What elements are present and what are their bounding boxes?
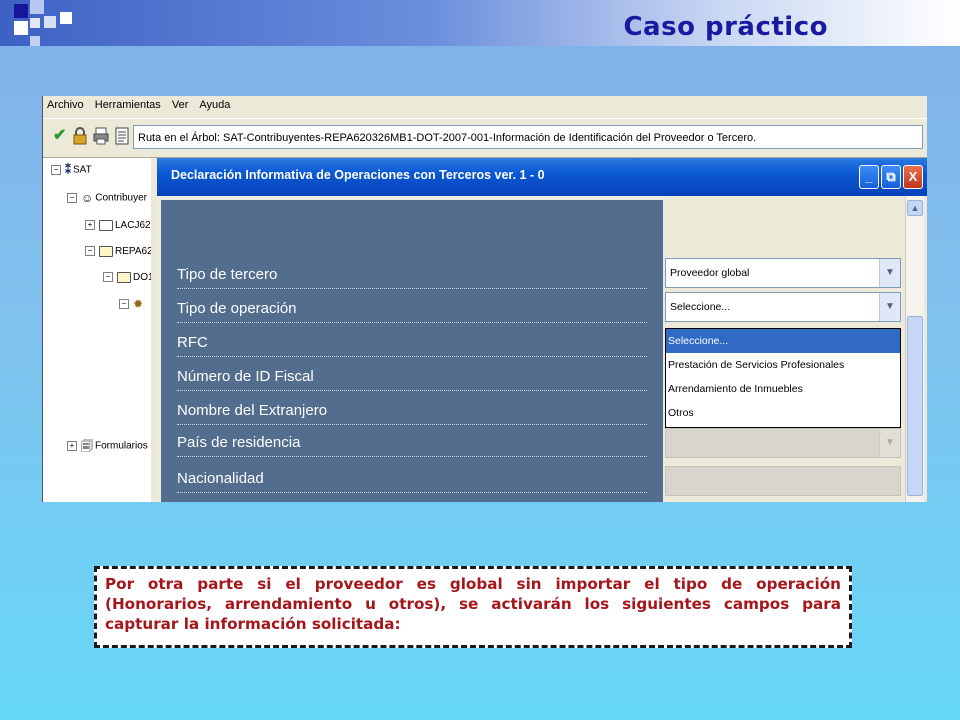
dialog-title: Declaración Informativa de Operaciones c… <box>171 168 545 182</box>
select-value: Proveedor global <box>670 267 750 279</box>
chevron-down-icon[interactable]: ▼ <box>879 429 900 457</box>
decorative-square <box>14 4 28 18</box>
open-folder-icon <box>117 271 131 283</box>
label-tipo-operacion: Tipo de operación <box>177 296 647 323</box>
decorative-square <box>14 21 28 35</box>
slide-title: Caso práctico <box>623 12 828 42</box>
scroll-up-icon[interactable]: ▲ <box>907 200 923 216</box>
decorative-square <box>30 36 40 46</box>
dropdown-option[interactable]: Otros <box>666 401 900 425</box>
tree-node-repa[interactable]: − REPA62 <box>85 244 153 260</box>
menu-bar: Archivo Herramientas Ver Ayuda <box>43 96 927 116</box>
decorative-square <box>30 0 44 14</box>
print-icon[interactable] <box>93 127 109 150</box>
collapse-icon[interactable]: − <box>85 246 95 257</box>
tree-node-formularios[interactable]: + 🗐 Formularios <box>67 438 148 454</box>
navigation-tree: − ⁑ SAT − ☺ Contribuyer + LACJ62 − REPA62 − DO1… <box>43 158 154 502</box>
menu-archivo[interactable]: Archivo <box>43 96 88 111</box>
dialog-titlebar[interactable]: Declaración Informativa de Operaciones c… <box>157 158 927 196</box>
tree-label: REPA62 <box>115 246 153 257</box>
explanation-note: Por otra parte si el proveedor es global… <box>94 566 852 648</box>
expand-icon[interactable]: + <box>67 441 77 451</box>
collapse-icon[interactable]: − <box>103 272 113 283</box>
label-pais-residencia: País de residencia <box>177 430 647 457</box>
tree-label: LACJ62 <box>115 220 151 231</box>
label-tipo-tercero: Tipo de tercero <box>177 262 647 289</box>
decorative-square <box>30 18 40 28</box>
lock-icon[interactable] <box>73 127 87 150</box>
declaration-dialog: Declaración Informativa de Operaciones c… <box>157 158 927 502</box>
tree-label: SAT <box>73 164 92 176</box>
dialog-scrollbar[interactable]: ▲ <box>905 196 924 502</box>
tipo-tercero-select[interactable]: Proveedor global ▼ <box>665 258 901 288</box>
tree-node-lacj[interactable]: + LACJ62 <box>85 218 151 234</box>
open-folder-icon <box>99 245 113 257</box>
tree-path-field: Ruta en el Árbol: SAT-Contribuyentes-REP… <box>133 125 923 149</box>
document-icon[interactable] <box>115 127 129 150</box>
label-numero-id-fiscal: Número de ID Fiscal <box>177 364 647 391</box>
restore-button[interactable]: ⧉ <box>881 165 901 189</box>
minimize-button[interactable]: _ <box>859 165 879 189</box>
pais-residencia-select[interactable]: ▼ <box>665 428 901 458</box>
folder-icon <box>99 219 113 231</box>
gear-icon: ✹ <box>133 297 144 311</box>
check-icon[interactable]: ✔ <box>53 127 66 145</box>
nacionalidad-field[interactable] <box>665 466 901 496</box>
collapse-icon[interactable]: − <box>67 193 77 203</box>
close-button[interactable]: X <box>903 165 923 189</box>
tree-label: Formularios <box>95 440 148 452</box>
tipo-operacion-select[interactable]: Seleccione... ▼ <box>665 292 901 322</box>
form-inputs: Proveedor global ▼ Seleccione... ▼ ▼ Sel… <box>665 196 905 502</box>
form-labels-panel: Tipo de tercero Tipo de operación RFC Nú… <box>161 200 663 502</box>
decorative-square <box>60 12 72 24</box>
tree-node-dot[interactable]: − DO1 <box>103 270 154 286</box>
label-nombre-extranjero: Nombre del Extranjero <box>177 398 647 425</box>
slide-header-bar: Caso práctico <box>0 0 960 46</box>
tree-node-form[interactable]: − ✹ <box>119 296 145 312</box>
label-rfc: RFC <box>177 330 647 357</box>
dropdown-option[interactable]: Prestación de Servicios Profesionales <box>666 353 900 377</box>
collapse-icon[interactable]: − <box>51 165 61 175</box>
select-value: Seleccione... <box>670 301 731 313</box>
tree-node-contribuyentes[interactable]: − ☺ Contribuyer <box>67 190 147 206</box>
chevron-down-icon[interactable]: ▼ <box>879 293 900 321</box>
collapse-icon[interactable]: − <box>119 299 129 309</box>
person-icon: ☺ <box>81 191 94 205</box>
sat-logo-icon: ⁑ <box>65 163 71 177</box>
tipo-operacion-dropdown: Seleccione... Prestación de Servicios Pr… <box>665 328 901 428</box>
dropdown-option[interactable]: Arrendamiento de Inmuebles <box>666 377 900 401</box>
menu-ver[interactable]: Ver <box>168 96 193 111</box>
label-nacionalidad: Nacionalidad <box>177 466 647 493</box>
menu-ayuda[interactable]: Ayuda <box>195 96 234 111</box>
app-screenshot: Archivo Herramientas Ver Ayuda ✔ Ruta en… <box>42 96 927 502</box>
scroll-thumb[interactable] <box>907 316 923 496</box>
chevron-down-icon[interactable]: ▼ <box>879 259 900 287</box>
tree-node-sat[interactable]: − ⁑ SAT <box>51 162 92 178</box>
dropdown-option[interactable]: Seleccione... <box>666 329 900 353</box>
toolbar: ✔ Ruta en el Árbol: SAT-Contribuyentes-R… <box>43 118 927 158</box>
decorative-square <box>44 16 56 28</box>
menu-herramientas[interactable]: Herramientas <box>91 96 165 111</box>
expand-icon[interactable]: + <box>85 220 95 231</box>
forms-icon: 🗐 <box>81 439 93 453</box>
tree-label: Contribuyer <box>95 192 147 204</box>
